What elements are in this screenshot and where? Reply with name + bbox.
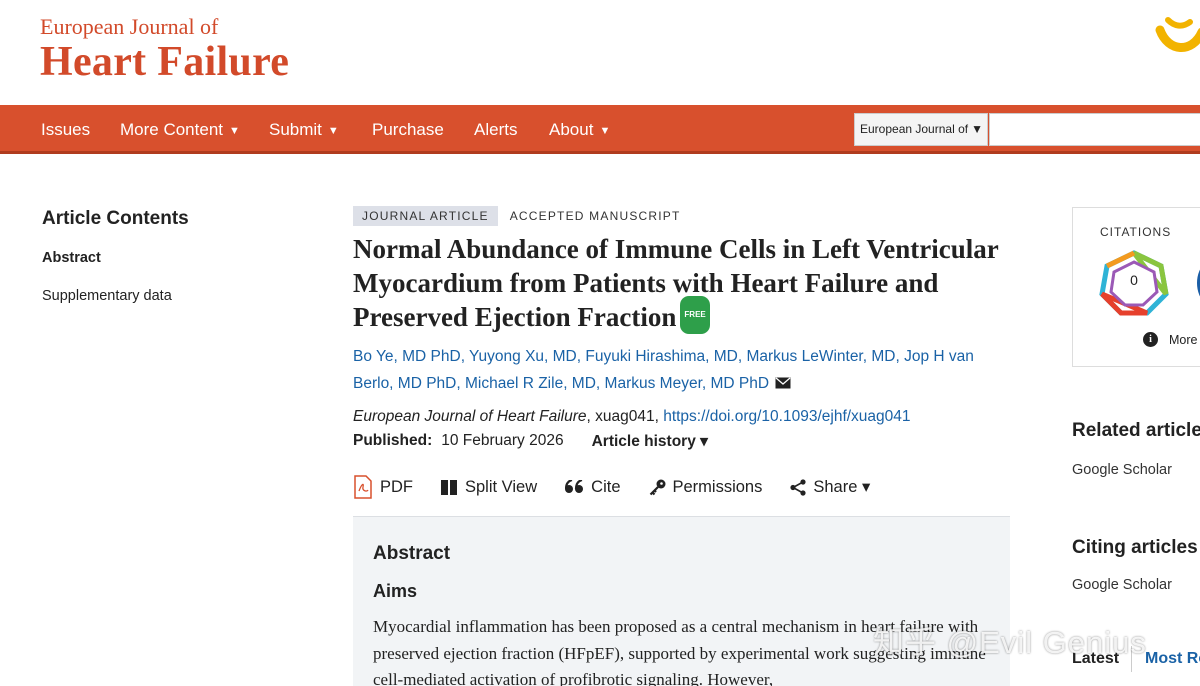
caret-down-icon: ▼ (327, 125, 339, 137)
published-row: Published: 10 February 2026 Article hist… (353, 432, 1013, 451)
related-google-scholar-link[interactable]: Google Scholar (1072, 462, 1172, 478)
split-view-icon (441, 479, 457, 495)
key-icon (649, 479, 665, 495)
article-title: Normal Abundance of Immune Cells in Left… (353, 234, 999, 334)
citations-count: 0 (1130, 272, 1138, 288)
free-access-badge: FREE (680, 295, 710, 334)
permissions-button[interactable]: Permissions (649, 478, 762, 497)
main-navbar: Issues More Content ▼ Submit ▼ Purchase Al… (0, 105, 1200, 154)
search-scope-select[interactable]: European Journal of ▼ (854, 113, 988, 146)
article-history-toggle[interactable]: Article history ▾ (592, 432, 708, 451)
split-view-button[interactable]: Split View (441, 478, 537, 497)
citing-articles-heading: Citing articles (1072, 537, 1198, 558)
pdf-button[interactable]: PDF (353, 475, 413, 499)
published-label: Published: (353, 432, 433, 450)
logo-title: Heart Failure (40, 39, 290, 85)
author-link[interactable]: Fuyuki Hirashima, MD (585, 348, 737, 365)
caret-down-icon: ▼ (971, 122, 983, 136)
author-link[interactable]: Yuyong Xu, MD (469, 348, 577, 365)
toc-item-abstract[interactable]: Abstract (42, 250, 101, 266)
cite-button[interactable]: Cite (565, 478, 621, 497)
article-id: , xuag041, (586, 407, 664, 425)
caret-down-icon: ▼ (599, 125, 611, 137)
toc-title: Article Contents (42, 208, 189, 229)
published-date: 10 February 2026 (441, 432, 564, 450)
article-header: JOURNAL ARTICLE ACCEPTED MANUSCRIPT Norm… (353, 206, 1013, 451)
watermark: 知乎 @Evil Genius (873, 625, 1147, 660)
nav-issues[interactable]: Issues (41, 105, 90, 154)
tab-most-read[interactable]: Most Read (1145, 650, 1200, 668)
nav-about[interactable]: About ▼ (549, 105, 610, 154)
article-type-badge: JOURNAL ARTICLE (353, 206, 498, 226)
citation-line: European Journal of Heart Failure, xuag0… (353, 408, 1013, 426)
citations-label: CITATIONS (1100, 225, 1172, 239)
toc-item-supplementary[interactable]: Supplementary data (42, 288, 172, 304)
pdf-icon (354, 475, 372, 499)
manuscript-status: ACCEPTED MANUSCRIPT (509, 209, 681, 223)
abstract-heading: Abstract (373, 543, 451, 564)
share-icon (790, 478, 806, 496)
nav-submit[interactable]: Submit ▼ (269, 105, 339, 154)
article-toolbar: PDF Split View Cite Permissions Share ▾ (353, 474, 898, 500)
citations-widget: CITATIONS 0 i More metrics (1072, 207, 1200, 367)
author-link[interactable]: Bo Ye, MD PhD (353, 348, 461, 365)
author-link[interactable]: Michael R Zile, MD (465, 375, 596, 392)
caret-down-icon: ▼ (229, 125, 240, 137)
author-list: Bo Ye, MD PhD, Yuyong Xu, MD, Fuyuki Hir… (353, 347, 974, 392)
mail-icon[interactable] (775, 377, 791, 389)
search-input[interactable] (989, 113, 1200, 146)
journal-logo[interactable]: European Journal of Heart Failure (40, 14, 289, 84)
nav-alerts[interactable]: Alerts (474, 105, 517, 154)
related-articles-heading: Related articles (1072, 420, 1200, 441)
author-link[interactable]: Markus LeWinter, MD (746, 348, 895, 365)
citing-google-scholar-link[interactable]: Google Scholar (1072, 577, 1172, 593)
more-metrics-link[interactable]: i More metrics (1143, 332, 1200, 347)
publisher-logo-icon[interactable] (1152, 8, 1200, 64)
journal-name: European Journal of Heart Failure (353, 407, 587, 425)
doi-link[interactable]: https://doi.org/10.1093/ejhf/xuag041 (663, 408, 910, 425)
info-icon: i (1143, 332, 1158, 347)
quote-icon (565, 480, 584, 493)
share-button[interactable]: Share ▾ (790, 477, 870, 497)
nav-more-content[interactable]: More Content ▼ (120, 105, 240, 154)
nav-purchase[interactable]: Purchase (372, 105, 444, 154)
abstract-subheading: Aims (373, 581, 418, 601)
logo-subtitle: European Journal of (40, 14, 219, 39)
author-link[interactable]: Markus Meyer, MD PhD (605, 375, 770, 392)
